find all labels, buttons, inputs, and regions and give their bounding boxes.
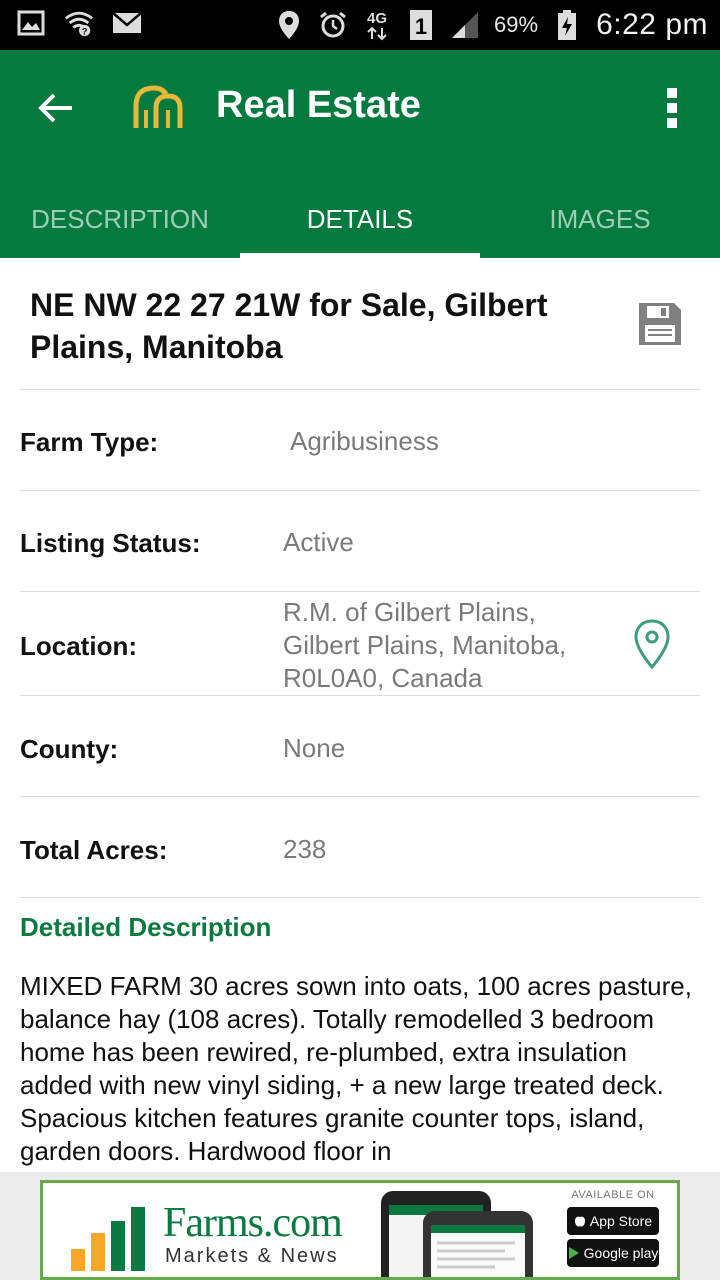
save-button[interactable] [636,300,684,348]
map-pin-icon [634,619,670,670]
overflow-menu-button[interactable] [652,80,692,136]
overflow-menu-icon [667,88,677,128]
app-bar: Real Estate DESCRIPTION DETAILS IMAGES [0,50,720,258]
tab-images[interactable]: IMAGES [480,180,720,258]
location-label: Location: [20,631,137,661]
clock: 6:22 pm [596,8,708,41]
divider [20,490,700,491]
divider [20,591,700,592]
wifi-question-icon: ? [64,8,94,38]
bar-chart-logo-icon [71,1207,145,1271]
floppy-disk-icon [639,303,681,345]
app-store-label: App Store [589,1213,653,1229]
back-button[interactable] [28,80,84,136]
tab-details[interactable]: DETAILS [240,180,480,258]
network-4g-icon: 4G [362,10,392,41]
status-bar: ? 4G 1 69% 6:22 pm [0,0,720,50]
app-logo [132,82,188,134]
battery-percent: 69% [494,12,539,37]
available-on-label: AVAILABLE ON [571,1189,655,1201]
detailed-description-text: MIXED FARM 30 acres sown into oats, 100 … [20,971,692,1166]
svg-text:4G: 4G [367,10,387,27]
mail-icon [112,8,142,38]
county-value: None [283,733,346,763]
ad-banner[interactable]: Farms.com Markets & News AVAILABLE ON Ap… [40,1180,680,1280]
signal-icon [450,10,480,40]
total-acres-label: Total Acres: [20,835,168,865]
svg-text:1: 1 [415,14,427,39]
page-title: Real Estate [216,84,421,126]
farm-type-value: Agribusiness [290,426,439,456]
arrow-left-icon [38,93,72,123]
google-play-button[interactable]: Google play [567,1239,659,1267]
google-play-label: Google play [583,1245,659,1261]
alarm-icon [318,10,348,40]
ad-area: Farms.com Markets & News AVAILABLE ON Ap… [0,1172,720,1280]
svg-text:?: ? [82,26,88,36]
detailed-description-heading: Detailed Description [20,912,272,942]
ad-brand: Farms.com [163,1200,343,1246]
farm-type-label: Farm Type: [20,427,159,457]
tab-description[interactable]: DESCRIPTION [0,180,240,258]
tab-bar: DESCRIPTION DETAILS IMAGES [0,180,720,258]
sim-1-icon: 1 [406,10,436,40]
divider [20,389,700,390]
app-store-button[interactable]: App Store [567,1207,659,1235]
total-acres-value: 238 [283,834,327,864]
listing-status-value: Active [283,527,354,557]
listing-title: NE NW 22 27 21W for Sale, Gilbert Plains… [30,287,548,365]
battery-charging-icon [552,10,582,40]
gallery-icon [16,8,46,38]
location-value: R.M. of Gilbert Plains, Gilbert Plains, … [283,597,567,693]
map-pin-button[interactable] [632,618,672,670]
location-icon [274,10,304,40]
apple-icon [574,1216,585,1227]
divider [20,695,700,696]
phones-image [381,1191,533,1277]
ad-tagline: Markets & News [165,1245,339,1267]
divider [20,796,700,797]
divider [20,897,700,898]
county-label: County: [20,734,119,764]
play-icon [568,1247,579,1259]
listing-status-label: Listing Status: [20,528,201,558]
